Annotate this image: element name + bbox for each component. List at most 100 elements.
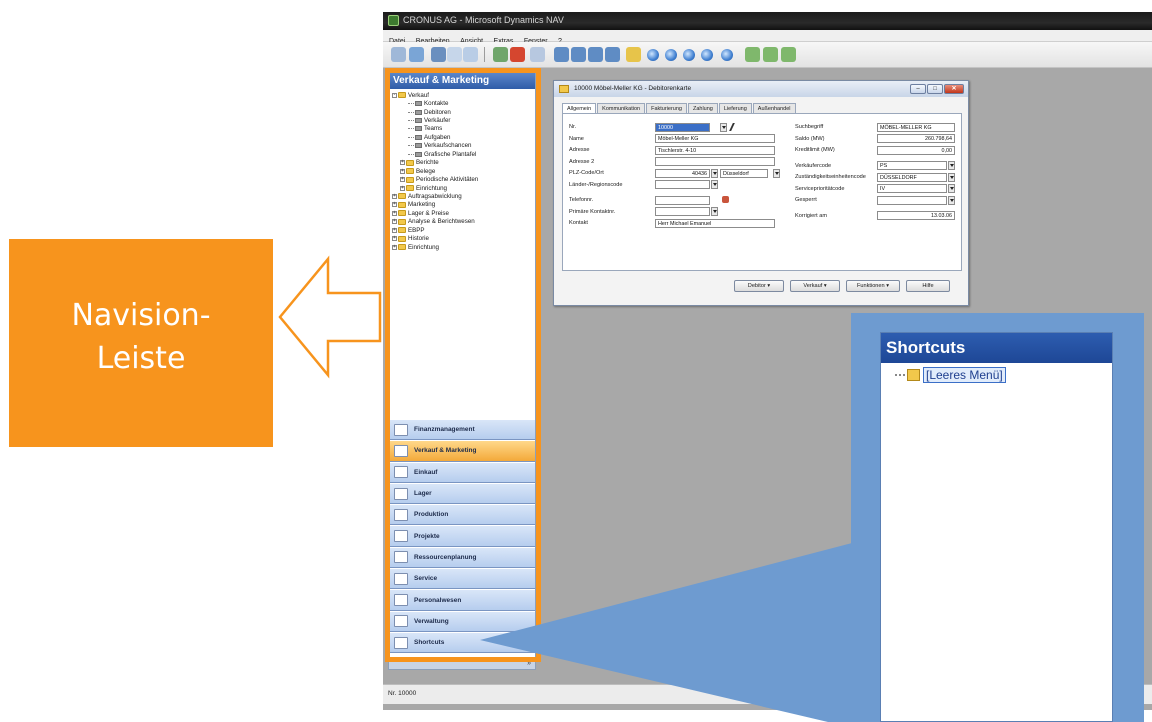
- properties-icon[interactable]: [781, 47, 796, 62]
- window-titlebar[interactable]: CRONUS AG - Microsoft Dynamics NAV: [383, 12, 1152, 30]
- dropdown-button[interactable]: [948, 195, 955, 205]
- field-label: Adresse 2: [569, 158, 595, 165]
- lookup-button[interactable]: [720, 122, 727, 132]
- callout-text: Navision- Leiste: [9, 294, 273, 380]
- toolbar: [383, 42, 1152, 68]
- card-body: Nr. 10000 Name Möbel-Meller KG Adresse Tischl…: [562, 113, 962, 271]
- previous-record-icon[interactable]: [665, 49, 677, 61]
- phone-icon[interactable]: [722, 196, 729, 203]
- field-value[interactable]: PS: [877, 161, 947, 170]
- field-label: Gesperrt: [795, 197, 817, 203]
- window-title: CRONUS AG - Microsoft Dynamics NAV: [403, 15, 564, 25]
- tree-connector: [895, 374, 905, 376]
- shortcuts-zoom-panel: Shortcuts [Leeres Menü]: [851, 313, 1144, 722]
- flowfilter-icon[interactable]: [588, 47, 603, 62]
- edit-icon[interactable]: [729, 123, 739, 131]
- zoom-connector: [480, 543, 852, 722]
- field-value[interactable]: Herr Michael Emanuel: [655, 218, 775, 228]
- field-value[interactable]: [655, 180, 710, 189]
- folder-icon: [907, 369, 920, 381]
- field-label: Serviceprioritätcode: [795, 185, 845, 192]
- dropdown-button[interactable]: [773, 168, 780, 178]
- field-label: Suchbegriff: [795, 124, 824, 130]
- card-tabs: Allgemein Kommunikation Fakturierung Zahlun…: [562, 103, 797, 114]
- field-label: Kontakt: [569, 220, 588, 226]
- city-field[interactable]: Düsseldorf: [720, 168, 768, 178]
- field-label: Name: [569, 135, 584, 142]
- shortcuts-item[interactable]: [Leeres Menü]: [895, 367, 1006, 383]
- field-label: Korrigiert am: [795, 212, 828, 219]
- refresh-icon[interactable]: [721, 49, 733, 61]
- zoom-connector-shape: [480, 543, 852, 722]
- insert-icon[interactable]: [493, 47, 508, 62]
- last-record-icon[interactable]: [701, 49, 713, 61]
- object-designer-icon[interactable]: [763, 47, 778, 62]
- verkauf-button[interactable]: Verkauf ▾: [790, 280, 840, 292]
- field-value[interactable]: [877, 195, 947, 205]
- field-value[interactable]: 0,00: [877, 145, 955, 155]
- field-value[interactable]: IV: [877, 184, 947, 193]
- field-filter-icon[interactable]: [571, 47, 586, 62]
- close-button[interactable]: ✕: [944, 84, 964, 94]
- field-label: Adresse: [569, 147, 590, 153]
- field-label: PLZ-Code/Ort: [569, 170, 604, 176]
- delete-icon[interactable]: [510, 47, 525, 62]
- toolbar-separator: [484, 47, 485, 62]
- paste-icon[interactable]: [463, 47, 478, 62]
- funktionen-button[interactable]: Funktionen ▾: [846, 280, 900, 292]
- field-value[interactable]: 10000: [655, 122, 710, 132]
- card-tab[interactable]: Zahlung: [687, 103, 718, 113]
- dropdown-button[interactable]: [711, 207, 718, 216]
- field-label: Nr.: [569, 124, 577, 130]
- card-title: 10000 Möbel-Meller KG - Debitorenkarte: [574, 85, 692, 92]
- status-text: Nr. 10000: [388, 690, 417, 697]
- field-value[interactable]: [655, 207, 710, 216]
- field-value[interactable]: [655, 157, 775, 166]
- field-label: Primäre Kontaktnr.: [569, 208, 616, 215]
- show-all-icon[interactable]: [605, 47, 620, 62]
- field-label: Länder-/Regionscode: [569, 181, 623, 188]
- filter-icon[interactable]: [554, 47, 569, 62]
- field-value[interactable]: [655, 195, 710, 205]
- dropdown-button[interactable]: [948, 184, 955, 193]
- card-tab[interactable]: Fakturierung: [646, 103, 687, 113]
- card-tab[interactable]: Lieferung: [718, 103, 752, 113]
- find-icon[interactable]: [530, 47, 545, 62]
- callout-box: Navision- Leiste: [9, 239, 273, 447]
- first-record-icon[interactable]: [647, 49, 659, 61]
- next-record-icon[interactable]: [683, 49, 695, 61]
- dropdown-button[interactable]: [711, 168, 718, 178]
- copy-icon[interactable]: [447, 47, 462, 62]
- dropdown-button[interactable]: [711, 180, 718, 189]
- field-value[interactable]: Möbel-Meller KG: [655, 134, 775, 143]
- field-value[interactable]: 260.798,64: [877, 134, 955, 143]
- field-value[interactable]: MÖBEL-MELLER KG: [877, 122, 955, 132]
- new-icon[interactable]: [391, 47, 406, 62]
- dropdown-button[interactable]: [948, 172, 955, 182]
- app-icon: [388, 15, 399, 26]
- field-label: Telefonnr.: [569, 197, 594, 203]
- cut-icon[interactable]: [431, 47, 446, 62]
- callout-line-2: Leiste: [96, 341, 186, 376]
- shortcuts-item-label[interactable]: [Leeres Menü]: [923, 367, 1006, 383]
- field-label: Kreditlimit (MW): [795, 147, 835, 153]
- callout-arrow-shape: [278, 255, 382, 379]
- save-icon[interactable]: [409, 47, 424, 62]
- customer-card-window: 10000 Möbel-Meller KG - Debitorenkarte –…: [553, 80, 969, 306]
- debitor-button[interactable]: Debitor ▾: [734, 280, 784, 292]
- card-tab[interactable]: Außenhandel: [752, 103, 796, 113]
- card-tab[interactable]: Kommunikation: [597, 103, 646, 113]
- minimize-button[interactable]: –: [910, 84, 926, 94]
- design-icon[interactable]: [745, 47, 760, 62]
- field-value[interactable]: Tischlerstr. 4-10: [655, 145, 775, 155]
- field-value[interactable]: 13.03.06: [877, 211, 955, 220]
- card-titlebar[interactable]: 10000 Möbel-Meller KG - Debitorenkarte –…: [554, 81, 968, 97]
- lookup-icon[interactable]: [626, 47, 641, 62]
- dropdown-button[interactable]: [948, 161, 955, 170]
- hilfe-button[interactable]: Hilfe: [906, 280, 950, 292]
- maximize-button[interactable]: □: [927, 84, 943, 94]
- shortcuts-header: Shortcuts: [881, 333, 1112, 363]
- field-value[interactable]: 40436: [655, 168, 710, 178]
- field-label: Saldo (MW): [795, 135, 825, 142]
- field-value[interactable]: DÜSSELDORF: [877, 172, 947, 182]
